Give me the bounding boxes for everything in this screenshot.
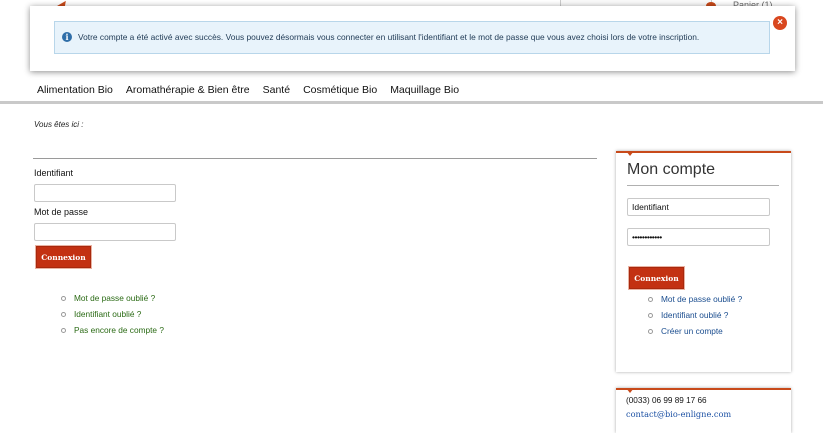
account-forgot-password-link[interactable]: Mot de passe oublié ? <box>648 291 742 307</box>
account-module-accent <box>616 151 791 153</box>
account-module-chevron-icon <box>626 151 634 156</box>
info-icon: i <box>62 32 72 42</box>
account-module-divider <box>627 185 779 186</box>
nav-item-alimentation-bio[interactable]: Alimentation Bio <box>37 84 113 96</box>
contact-module-chevron-icon <box>626 388 634 393</box>
account-password-input[interactable]: •••••••••••• <box>627 228 770 246</box>
account-module-title: Mon compte <box>627 161 716 178</box>
system-message-panel: i Votre compte a été activé avec succès.… <box>30 6 795 71</box>
password-label: Mot de passe <box>34 207 89 217</box>
account-username-input[interactable]: Identifiant <box>627 198 770 216</box>
account-module-links: Mot de passe oublié ? Identifiant oublié… <box>648 291 742 339</box>
content-divider <box>33 158 597 159</box>
breadcrumb: Vous êtes ici : <box>34 120 84 129</box>
account-create-link[interactable]: Créer un compte <box>648 323 742 339</box>
account-forgot-username-link[interactable]: Identifiant oublié ? <box>648 307 742 323</box>
contact-module-accent <box>616 388 791 390</box>
nav-item-cosmetique-bio[interactable]: Cosmétique Bio <box>303 84 377 96</box>
register-link[interactable]: Pas encore de compte ? <box>61 322 164 338</box>
nav-item-aromatherapie[interactable]: Aromathérapie & Bien être <box>126 84 250 96</box>
account-connexion-button[interactable]: Connexion <box>629 267 684 289</box>
nav-divider <box>0 101 823 104</box>
forgot-username-link[interactable]: Identifiant oublié ? <box>61 306 164 322</box>
message-text: Votre compte a été activé avec succès. V… <box>78 32 700 42</box>
identifiant-label: Identifiant <box>34 168 74 178</box>
contact-email-link[interactable]: contact@bio-enligne.com <box>626 409 731 419</box>
main-nav: Alimentation Bio Aromathérapie & Bien êt… <box>37 84 459 96</box>
nav-item-sante[interactable]: Santé <box>263 84 290 96</box>
nav-item-maquillage-bio[interactable]: Maquillage Bio <box>390 84 459 96</box>
message-box: i Votre compte a été activé avec succès.… <box>54 21 770 54</box>
contact-module: (0033) 06 99 89 17 66 contact@bio-enlign… <box>616 388 791 433</box>
account-module: Mon compte Identifiant •••••••••••• Conn… <box>616 151 791 372</box>
password-input[interactable] <box>34 223 176 241</box>
identifiant-input[interactable] <box>34 184 176 202</box>
connexion-button[interactable]: Connexion <box>36 246 91 268</box>
login-help-links: Mot de passe oublié ? Identifiant oublié… <box>61 290 164 338</box>
contact-phone: (0033) 06 99 89 17 66 <box>626 396 707 405</box>
close-icon[interactable]: × <box>773 16 787 30</box>
forgot-password-link[interactable]: Mot de passe oublié ? <box>61 290 164 306</box>
